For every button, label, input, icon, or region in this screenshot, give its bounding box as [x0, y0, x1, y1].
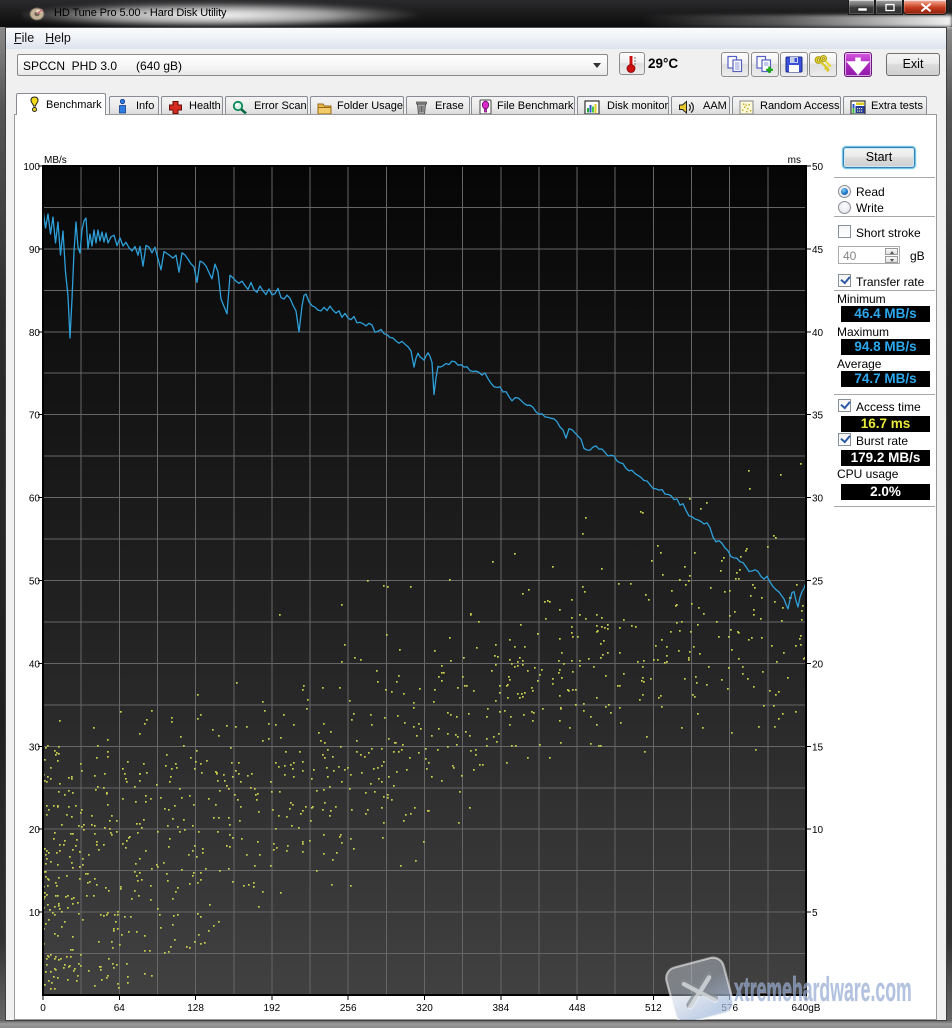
svg-text:MB/s: MB/s — [44, 155, 67, 166]
svg-text:384: 384 — [492, 1003, 509, 1014]
svg-text:30: 30 — [812, 494, 824, 505]
svg-text:60: 60 — [29, 494, 41, 505]
svg-text:10: 10 — [29, 908, 41, 919]
svg-text:448: 448 — [569, 1003, 586, 1014]
svg-text:35: 35 — [812, 411, 824, 422]
svg-text:ms: ms — [788, 155, 801, 166]
svg-text:40: 40 — [29, 659, 41, 670]
svg-text:192: 192 — [264, 1003, 281, 1014]
svg-text:20: 20 — [29, 825, 41, 836]
svg-text:50: 50 — [812, 162, 824, 173]
svg-text:20: 20 — [812, 659, 824, 670]
svg-text:10: 10 — [812, 825, 824, 836]
svg-text:320: 320 — [416, 1003, 433, 1014]
svg-text:40: 40 — [812, 328, 824, 339]
svg-text:30: 30 — [29, 742, 41, 753]
svg-text:xtremehardware.com: xtremehardware.com — [734, 970, 912, 1009]
svg-text:70: 70 — [29, 411, 41, 422]
svg-text:128: 128 — [187, 1003, 204, 1014]
svg-text:90: 90 — [29, 245, 41, 256]
svg-text:0: 0 — [40, 1003, 46, 1014]
svg-text:50: 50 — [29, 577, 41, 588]
svg-text:256: 256 — [340, 1003, 357, 1014]
svg-text:512: 512 — [645, 1003, 662, 1014]
svg-text:64: 64 — [114, 1003, 126, 1014]
svg-text:25: 25 — [812, 577, 824, 588]
svg-text:100: 100 — [23, 162, 40, 173]
svg-text:45: 45 — [812, 245, 824, 256]
svg-text:15: 15 — [812, 742, 824, 753]
svg-text:5: 5 — [812, 908, 818, 919]
svg-text:80: 80 — [29, 328, 41, 339]
